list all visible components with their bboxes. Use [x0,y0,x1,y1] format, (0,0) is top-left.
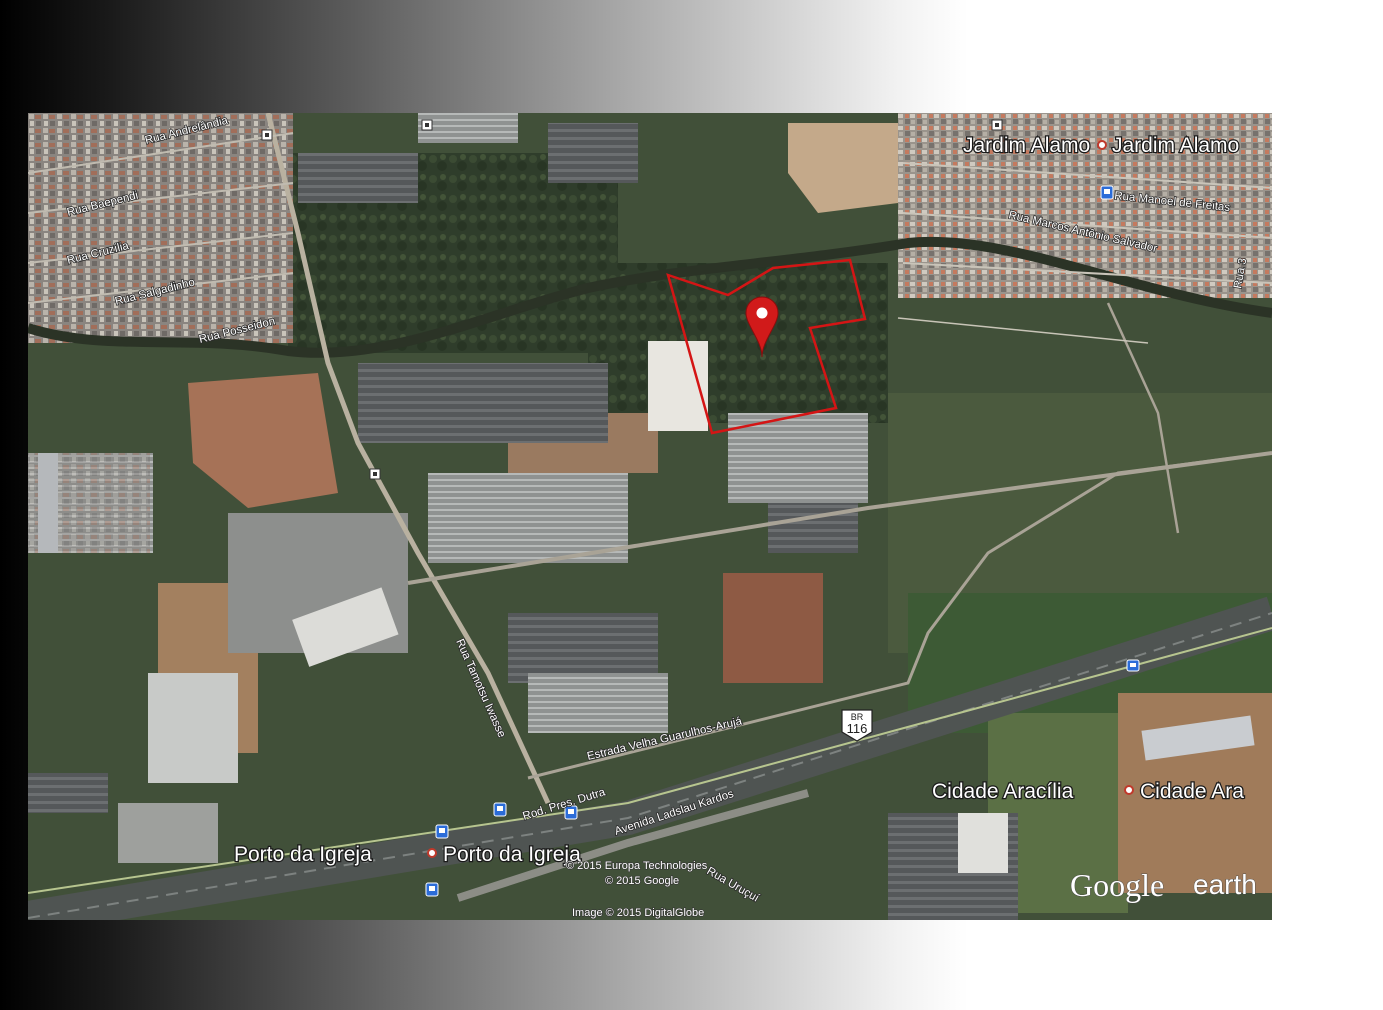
building [548,123,638,183]
building [38,453,58,553]
place-dot-icon [427,848,437,858]
bus-stop-icon [493,802,507,817]
place-label-porto-igreja: Porto da Igreja [234,843,372,866]
building [528,673,668,733]
poi-square-icon [421,119,433,131]
map-canvas: Rua Andrelândia Rua Baependi Rua Cruzíli… [28,113,1272,920]
bus-stop-icon [425,882,439,897]
credit-europa: © 2015 Europa Technologies [566,860,708,872]
building [418,113,518,143]
place-label-jardim-alamo: Jardim Alamo [963,134,1090,157]
place-label-jardim-alamo-2: Jardim Alamo [1112,134,1239,157]
logo-earth: earth [1193,869,1257,900]
building [428,473,628,563]
building [508,613,658,683]
place-label-cidade-aracilia-2: Cidade Ara [1140,780,1244,803]
poi-square-icon [261,129,273,141]
credit-digitalglobe: Image © 2015 DigitalGlobe [572,907,704,919]
building [298,153,418,203]
bus-stop-icon [1100,185,1114,200]
building [118,803,218,863]
building [958,813,1008,873]
satellite-map[interactable]: Rua Andrelândia Rua Baependi Rua Cruzíli… [28,113,1272,920]
vegetation-area [588,263,888,423]
building [28,773,108,813]
place-dot-icon [1124,785,1134,795]
bare-soil [723,573,823,683]
logo-google: Google [1070,867,1164,903]
bus-stop-icon [435,824,449,839]
bus-stop-icon [1126,659,1140,672]
urban-block [28,113,293,343]
google-earth-logo: Google earth [1070,867,1258,904]
building [148,673,238,783]
poi-square-icon [991,119,1003,131]
place-dot-icon [1097,140,1107,150]
poi-square-icon [369,468,381,480]
place-label-porto-igreja-2: Porto da Igreja [443,843,581,866]
credit-google: © 2015 Google [605,875,679,887]
place-label-cidade-aracilia: Cidade Aracília [932,780,1074,803]
shield-number: 116 [847,721,868,736]
building [358,363,608,443]
